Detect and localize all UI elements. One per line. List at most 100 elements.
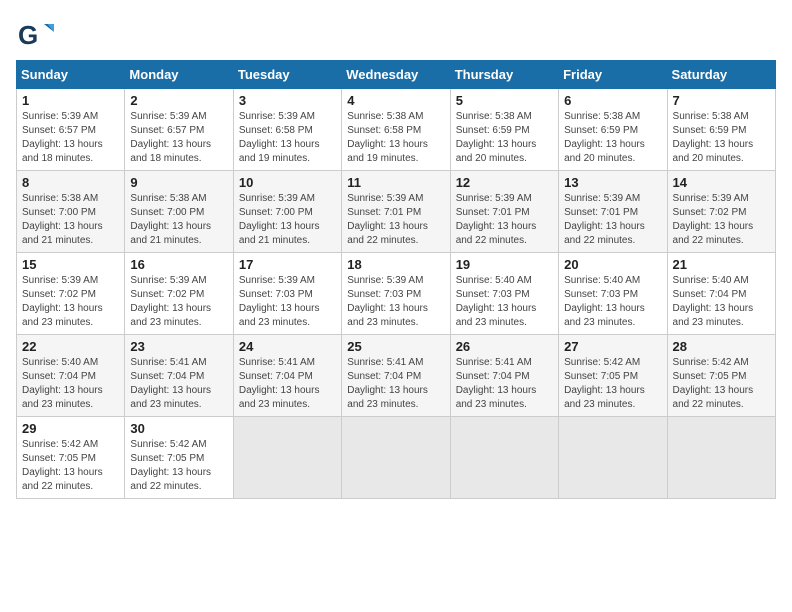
day-number: 14 <box>673 175 770 190</box>
day-info: Sunrise: 5:39 AM Sunset: 6:57 PM Dayligh… <box>130 110 227 166</box>
calendar-cell <box>233 417 341 499</box>
day-info: Sunrise: 5:39 AM Sunset: 7:02 PM Dayligh… <box>22 274 119 330</box>
day-number: 2 <box>130 93 227 108</box>
calendar-cell: 29 Sunrise: 5:42 AM Sunset: 7:05 PM Dayl… <box>17 417 125 499</box>
calendar-cell: 4 Sunrise: 5:38 AM Sunset: 6:58 PM Dayli… <box>342 89 450 171</box>
calendar-cell: 23 Sunrise: 5:41 AM Sunset: 7:04 PM Dayl… <box>125 335 233 417</box>
day-number: 25 <box>347 339 444 354</box>
day-info: Sunrise: 5:41 AM Sunset: 7:04 PM Dayligh… <box>130 356 227 412</box>
header-sunday: Sunday <box>17 61 125 89</box>
calendar-cell: 28 Sunrise: 5:42 AM Sunset: 7:05 PM Dayl… <box>667 335 775 417</box>
day-info: Sunrise: 5:41 AM Sunset: 7:04 PM Dayligh… <box>347 356 444 412</box>
day-number: 18 <box>347 257 444 272</box>
calendar-cell: 6 Sunrise: 5:38 AM Sunset: 6:59 PM Dayli… <box>559 89 667 171</box>
day-info: Sunrise: 5:39 AM Sunset: 7:01 PM Dayligh… <box>456 192 553 248</box>
week-row-4: 29 Sunrise: 5:42 AM Sunset: 7:05 PM Dayl… <box>17 417 776 499</box>
day-number: 9 <box>130 175 227 190</box>
day-info: Sunrise: 5:41 AM Sunset: 7:04 PM Dayligh… <box>239 356 336 412</box>
calendar-cell <box>667 417 775 499</box>
day-number: 30 <box>130 421 227 436</box>
calendar-cell: 12 Sunrise: 5:39 AM Sunset: 7:01 PM Dayl… <box>450 171 558 253</box>
day-info: Sunrise: 5:38 AM Sunset: 7:00 PM Dayligh… <box>22 192 119 248</box>
calendar-cell: 5 Sunrise: 5:38 AM Sunset: 6:59 PM Dayli… <box>450 89 558 171</box>
calendar-cell: 3 Sunrise: 5:39 AM Sunset: 6:58 PM Dayli… <box>233 89 341 171</box>
calendar-cell: 18 Sunrise: 5:39 AM Sunset: 7:03 PM Dayl… <box>342 253 450 335</box>
day-info: Sunrise: 5:39 AM Sunset: 7:00 PM Dayligh… <box>239 192 336 248</box>
day-number: 26 <box>456 339 553 354</box>
logo-icon: G <box>16 16 48 48</box>
week-row-3: 22 Sunrise: 5:40 AM Sunset: 7:04 PM Dayl… <box>17 335 776 417</box>
page-header: G <box>16 16 776 48</box>
day-info: Sunrise: 5:39 AM Sunset: 7:02 PM Dayligh… <box>673 192 770 248</box>
calendar-cell: 27 Sunrise: 5:42 AM Sunset: 7:05 PM Dayl… <box>559 335 667 417</box>
calendar-cell: 30 Sunrise: 5:42 AM Sunset: 7:05 PM Dayl… <box>125 417 233 499</box>
day-number: 6 <box>564 93 661 108</box>
calendar-cell <box>450 417 558 499</box>
day-number: 5 <box>456 93 553 108</box>
logo: G <box>16 16 52 48</box>
day-info: Sunrise: 5:38 AM Sunset: 6:59 PM Dayligh… <box>564 110 661 166</box>
day-number: 4 <box>347 93 444 108</box>
day-info: Sunrise: 5:42 AM Sunset: 7:05 PM Dayligh… <box>564 356 661 412</box>
calendar-cell: 26 Sunrise: 5:41 AM Sunset: 7:04 PM Dayl… <box>450 335 558 417</box>
calendar-cell: 7 Sunrise: 5:38 AM Sunset: 6:59 PM Dayli… <box>667 89 775 171</box>
calendar-cell: 25 Sunrise: 5:41 AM Sunset: 7:04 PM Dayl… <box>342 335 450 417</box>
day-number: 13 <box>564 175 661 190</box>
calendar-cell: 8 Sunrise: 5:38 AM Sunset: 7:00 PM Dayli… <box>17 171 125 253</box>
day-info: Sunrise: 5:38 AM Sunset: 7:00 PM Dayligh… <box>130 192 227 248</box>
header-friday: Friday <box>559 61 667 89</box>
day-info: Sunrise: 5:40 AM Sunset: 7:03 PM Dayligh… <box>456 274 553 330</box>
calendar-cell: 11 Sunrise: 5:39 AM Sunset: 7:01 PM Dayl… <box>342 171 450 253</box>
day-number: 21 <box>673 257 770 272</box>
day-number: 27 <box>564 339 661 354</box>
calendar-table: SundayMondayTuesdayWednesdayThursdayFrid… <box>16 60 776 499</box>
day-info: Sunrise: 5:42 AM Sunset: 7:05 PM Dayligh… <box>22 438 119 494</box>
day-info: Sunrise: 5:42 AM Sunset: 7:05 PM Dayligh… <box>130 438 227 494</box>
day-number: 20 <box>564 257 661 272</box>
calendar-cell: 22 Sunrise: 5:40 AM Sunset: 7:04 PM Dayl… <box>17 335 125 417</box>
week-row-1: 8 Sunrise: 5:38 AM Sunset: 7:00 PM Dayli… <box>17 171 776 253</box>
calendar-cell: 13 Sunrise: 5:39 AM Sunset: 7:01 PM Dayl… <box>559 171 667 253</box>
day-info: Sunrise: 5:38 AM Sunset: 6:59 PM Dayligh… <box>456 110 553 166</box>
day-info: Sunrise: 5:39 AM Sunset: 7:01 PM Dayligh… <box>564 192 661 248</box>
calendar-cell: 10 Sunrise: 5:39 AM Sunset: 7:00 PM Dayl… <box>233 171 341 253</box>
calendar-cell: 15 Sunrise: 5:39 AM Sunset: 7:02 PM Dayl… <box>17 253 125 335</box>
calendar-cell: 24 Sunrise: 5:41 AM Sunset: 7:04 PM Dayl… <box>233 335 341 417</box>
day-number: 1 <box>22 93 119 108</box>
day-number: 8 <box>22 175 119 190</box>
calendar-cell: 16 Sunrise: 5:39 AM Sunset: 7:02 PM Dayl… <box>125 253 233 335</box>
header-wednesday: Wednesday <box>342 61 450 89</box>
day-number: 23 <box>130 339 227 354</box>
calendar-cell: 20 Sunrise: 5:40 AM Sunset: 7:03 PM Dayl… <box>559 253 667 335</box>
calendar-cell <box>342 417 450 499</box>
day-number: 17 <box>239 257 336 272</box>
day-number: 16 <box>130 257 227 272</box>
day-number: 11 <box>347 175 444 190</box>
day-number: 28 <box>673 339 770 354</box>
day-info: Sunrise: 5:39 AM Sunset: 6:58 PM Dayligh… <box>239 110 336 166</box>
day-info: Sunrise: 5:39 AM Sunset: 7:01 PM Dayligh… <box>347 192 444 248</box>
day-info: Sunrise: 5:39 AM Sunset: 7:03 PM Dayligh… <box>347 274 444 330</box>
day-info: Sunrise: 5:40 AM Sunset: 7:03 PM Dayligh… <box>564 274 661 330</box>
header-saturday: Saturday <box>667 61 775 89</box>
day-number: 7 <box>673 93 770 108</box>
calendar-cell: 21 Sunrise: 5:40 AM Sunset: 7:04 PM Dayl… <box>667 253 775 335</box>
day-info: Sunrise: 5:41 AM Sunset: 7:04 PM Dayligh… <box>456 356 553 412</box>
day-info: Sunrise: 5:40 AM Sunset: 7:04 PM Dayligh… <box>673 274 770 330</box>
day-number: 10 <box>239 175 336 190</box>
calendar-cell: 9 Sunrise: 5:38 AM Sunset: 7:00 PM Dayli… <box>125 171 233 253</box>
day-info: Sunrise: 5:39 AM Sunset: 6:57 PM Dayligh… <box>22 110 119 166</box>
day-number: 22 <box>22 339 119 354</box>
day-info: Sunrise: 5:40 AM Sunset: 7:04 PM Dayligh… <box>22 356 119 412</box>
day-info: Sunrise: 5:39 AM Sunset: 7:02 PM Dayligh… <box>130 274 227 330</box>
calendar-cell: 1 Sunrise: 5:39 AM Sunset: 6:57 PM Dayli… <box>17 89 125 171</box>
header-monday: Monday <box>125 61 233 89</box>
day-info: Sunrise: 5:42 AM Sunset: 7:05 PM Dayligh… <box>673 356 770 412</box>
day-info: Sunrise: 5:39 AM Sunset: 7:03 PM Dayligh… <box>239 274 336 330</box>
day-info: Sunrise: 5:38 AM Sunset: 6:58 PM Dayligh… <box>347 110 444 166</box>
calendar-cell: 2 Sunrise: 5:39 AM Sunset: 6:57 PM Dayli… <box>125 89 233 171</box>
calendar-cell: 17 Sunrise: 5:39 AM Sunset: 7:03 PM Dayl… <box>233 253 341 335</box>
day-number: 15 <box>22 257 119 272</box>
svg-text:G: G <box>18 20 38 50</box>
day-info: Sunrise: 5:38 AM Sunset: 6:59 PM Dayligh… <box>673 110 770 166</box>
